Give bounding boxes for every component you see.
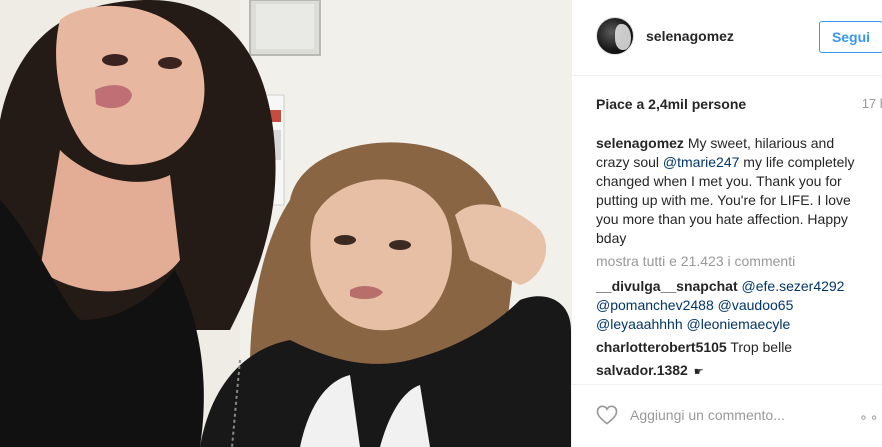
comment-mention[interactable]: @vaudoo65 [718,297,794,313]
post-side-panel: selenagomez Segui Piace a 2,4mil persone… [571,0,882,447]
heart-outline-icon[interactable] [596,405,618,425]
caption: selenagomez My sweet, hilarious and craz… [596,134,866,248]
comment-mention[interactable]: @leoniemaecyle [687,316,791,332]
comment-item: __divulga__snapchat @efe.sezer4292 @poma… [596,277,866,334]
post-photo[interactable] [0,0,571,447]
caption-username[interactable]: selenagomez [596,135,684,151]
comment-mention[interactable]: @leyaaahhhh [596,316,683,332]
post-author-username[interactable]: selenagomez [646,28,734,44]
caption-mention[interactable]: @tmarie247 [663,154,739,170]
comment-username[interactable]: salvador.1382 [596,362,688,378]
comment-mention[interactable]: @pomanchev2488 [596,297,714,313]
post-time[interactable]: 17 h [862,96,882,111]
post-header: selenagomez Segui [572,0,882,76]
comment-username[interactable]: charlotterobert5105 [596,339,727,355]
comment-text: Trop belle [730,339,793,355]
comment-item: salvador.1382 ☛ [596,361,866,382]
more-options-icon[interactable]: ∘∘∘ [859,409,882,426]
comment-item: charlotterobert5105 Trop belle [596,338,866,357]
comments-list: selenagomez My sweet, hilarious and craz… [596,134,866,386]
add-comment-input[interactable] [630,405,830,425]
pointing-hand-emoji: ☛ [693,366,704,378]
post-footer: ∘∘∘ [572,384,882,447]
avatar[interactable] [596,17,634,55]
comment-mention[interactable]: @efe.sezer4292 [742,278,845,294]
likes-count[interactable]: Piace a 2,4mil persone [596,96,746,112]
follow-button[interactable]: Segui [819,21,882,53]
likes-row: Piace a 2,4mil persone 17 h [596,96,882,116]
show-all-comments-link[interactable]: mostra tutti e 21.423 i commenti [596,252,866,271]
post-photo-illustration [0,0,571,447]
comment-username[interactable]: __divulga__snapchat [596,278,738,294]
